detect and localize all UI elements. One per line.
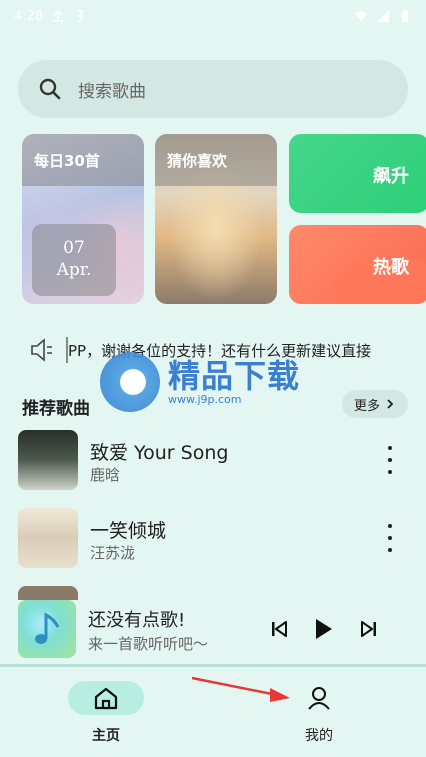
player-title: 还没有点歌! xyxy=(88,610,186,631)
guess-you-like-card[interactable]: 猜你喜欢 xyxy=(155,134,277,304)
tab-mine-label: 我的 xyxy=(305,728,333,744)
daily-30-card[interactable]: 每日30首 07 Apr. xyxy=(22,134,144,304)
player-artwork xyxy=(18,600,76,658)
recommended-songs-title: 推荐歌曲 xyxy=(22,399,90,419)
search-bar[interactable]: 搜索歌曲 xyxy=(18,60,408,118)
watermark-logo xyxy=(100,352,160,412)
hot-songs-card[interactable]: 热歌 xyxy=(289,225,426,304)
date-month: Apr. xyxy=(56,260,92,280)
mini-player[interactable]: 还没有点歌! 来一首歌听听吧～ xyxy=(18,600,408,660)
wifi-icon xyxy=(355,11,367,21)
status-bar: 4:28 xyxy=(0,0,426,32)
notification-icon xyxy=(77,10,85,23)
signal-icon xyxy=(377,10,389,22)
chevron-right-icon xyxy=(387,399,394,409)
soaring-chart-label: 飙升 xyxy=(373,166,409,187)
song-artist: 汪苏泷 xyxy=(90,544,136,562)
date-badge: 07 Apr. xyxy=(32,224,116,296)
home-icon xyxy=(94,687,118,710)
previous-icon[interactable] xyxy=(264,614,294,644)
more-button[interactable]: 更多 xyxy=(342,390,408,418)
tab-home-label: 主页 xyxy=(92,728,120,744)
song-title: 一笑倾城 xyxy=(90,520,167,542)
watermark: 精品下载 www.j9p.com xyxy=(100,352,340,412)
daily-30-label: 每日30首 xyxy=(22,134,144,186)
song-cover xyxy=(18,508,78,568)
more-options-icon[interactable] xyxy=(378,524,402,552)
song-artist: 鹿晗 xyxy=(90,466,121,484)
speaker-icon xyxy=(31,338,52,362)
more-options-icon[interactable] xyxy=(378,446,402,474)
user-icon xyxy=(308,687,330,710)
tab-home[interactable]: 主页 xyxy=(61,681,151,751)
watermark-name: 精品下载 xyxy=(168,356,301,395)
search-placeholder: 搜索歌曲 xyxy=(78,81,146,102)
player-subtitle: 来一首歌听听吧～ xyxy=(88,635,209,653)
more-label: 更多 xyxy=(353,398,380,414)
soaring-chart-card[interactable]: 飙升 xyxy=(289,134,426,213)
song-item[interactable]: 一笑倾城 汪苏泷 xyxy=(0,508,426,572)
guess-you-like-label: 猜你喜欢 xyxy=(155,134,277,186)
battery-icon xyxy=(402,9,408,22)
music-note-icon xyxy=(35,612,60,644)
next-icon[interactable] xyxy=(354,614,384,644)
status-time: 4:28 xyxy=(14,8,44,24)
play-icon[interactable] xyxy=(308,614,338,644)
search-icon xyxy=(39,78,61,100)
hot-songs-label: 热歌 xyxy=(373,257,409,278)
song-cover-partial xyxy=(18,586,78,600)
song-title: 致爱 Your Song xyxy=(90,442,229,464)
annotation-arrow-icon xyxy=(191,676,290,702)
song-item[interactable]: 致爱 Your Song 鹿晗 xyxy=(0,430,426,494)
date-day: 07 xyxy=(63,238,85,258)
upload-icon xyxy=(53,9,64,22)
song-cover xyxy=(18,430,78,490)
